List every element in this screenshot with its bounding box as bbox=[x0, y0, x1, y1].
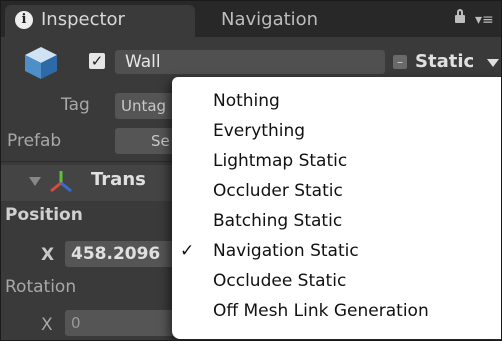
menu-item-occludee-static[interactable]: Occludee Static bbox=[213, 267, 346, 295]
inspector-window: i Inspector Navigation ▾≡ ✓ Wall – Stati… bbox=[0, 0, 502, 341]
lock-icon[interactable] bbox=[455, 9, 465, 23]
menu-item-nothing[interactable]: Nothing bbox=[213, 87, 280, 115]
rotation-x-field[interactable]: 0 bbox=[65, 310, 185, 336]
prefab-label: Prefab bbox=[7, 131, 62, 151]
tab-bar: i Inspector Navigation ▾≡ bbox=[1, 1, 501, 37]
transform-title: Trans bbox=[91, 169, 146, 190]
tab-inspector-label: Inspector bbox=[41, 9, 125, 30]
checkmark-icon: ✓ bbox=[180, 241, 195, 261]
menu-item-lightmap-static[interactable]: Lightmap Static bbox=[213, 147, 347, 175]
menu-item-navigation-static[interactable]: Navigation Static bbox=[213, 237, 359, 265]
rotation-label: Rotation bbox=[5, 277, 77, 297]
position-x-field[interactable]: 458.2096 bbox=[65, 241, 185, 267]
position-x-label: X bbox=[41, 245, 55, 265]
static-flags-menu: Nothing Everything Lightmap Static Occlu… bbox=[172, 77, 501, 339]
tag-label: Tag bbox=[61, 95, 90, 115]
tab-navigation[interactable]: Navigation bbox=[221, 5, 318, 37]
static-checkbox[interactable]: – bbox=[393, 55, 407, 69]
gameobject-cube-icon bbox=[25, 47, 57, 79]
context-menu-icon[interactable]: ▾≡ bbox=[475, 13, 494, 27]
position-label: Position bbox=[5, 205, 83, 225]
menu-item-off-mesh-link-generation[interactable]: Off Mesh Link Generation bbox=[213, 297, 429, 325]
foldout-arrow-icon[interactable] bbox=[29, 177, 41, 186]
info-icon: i bbox=[15, 11, 33, 29]
static-dropdown-arrow-icon[interactable] bbox=[487, 59, 499, 67]
static-dropdown-label[interactable]: Static bbox=[415, 49, 474, 75]
active-checkbox[interactable]: ✓ bbox=[89, 53, 105, 69]
menu-item-batching-static[interactable]: Batching Static bbox=[213, 207, 342, 235]
menu-item-occluder-static[interactable]: Occluder Static bbox=[213, 177, 343, 205]
rotation-x-label: X bbox=[41, 315, 53, 335]
menu-item-everything[interactable]: Everything bbox=[213, 117, 305, 145]
tab-inspector[interactable]: i Inspector bbox=[5, 5, 195, 37]
transform-axes-icon bbox=[50, 171, 72, 193]
object-name-input[interactable]: Wall bbox=[115, 50, 385, 74]
